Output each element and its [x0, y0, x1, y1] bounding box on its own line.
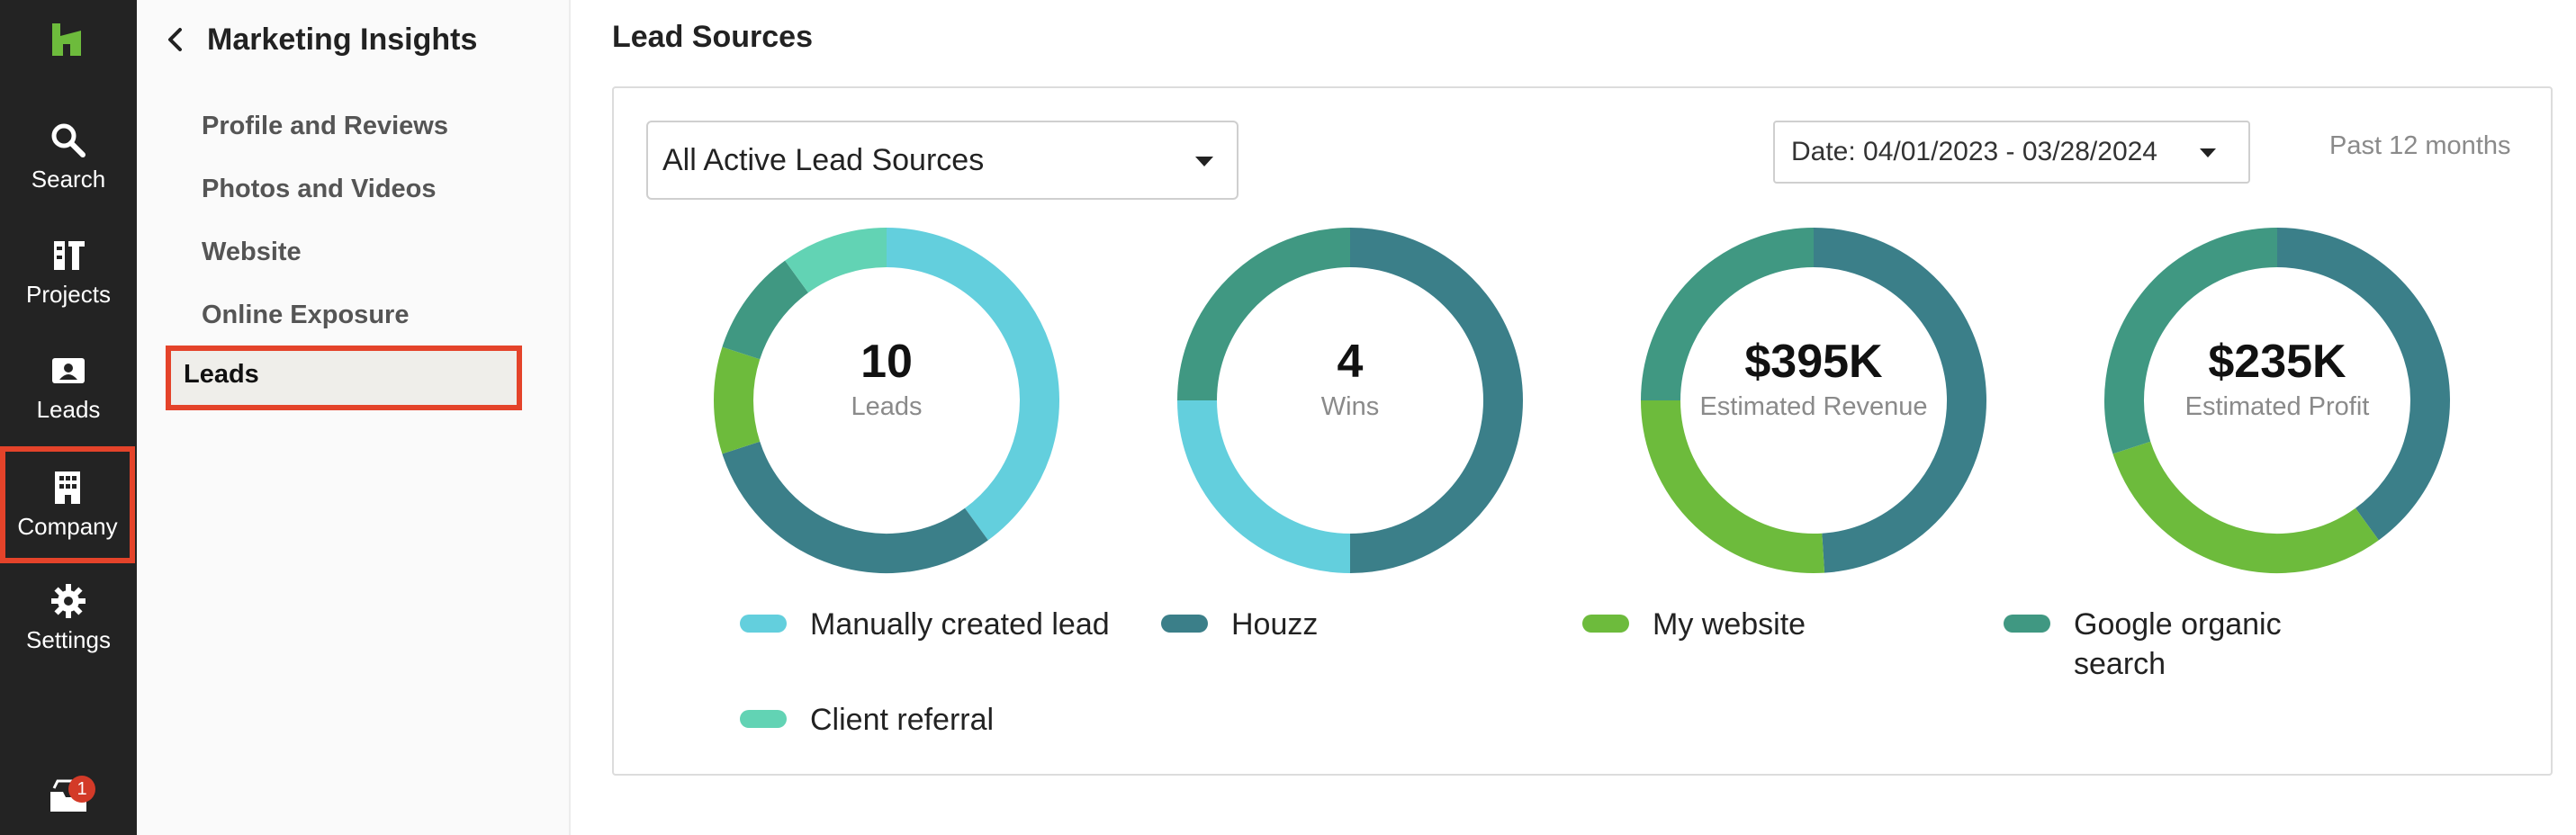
lead-source-dropdown[interactable]: All Active Lead Sources — [646, 121, 1238, 200]
chevron-left-icon[interactable] — [164, 26, 187, 53]
wins-donut-label: 4 Wins — [1175, 335, 1526, 422]
period-label: Past 12 months — [2329, 131, 2511, 160]
leads-donut-label: 10 Leads — [711, 335, 1062, 422]
rail-label-leads: Leads — [36, 396, 101, 423]
lead-source-dropdown-value: All Active Lead Sources — [662, 143, 985, 177]
notification-badge: 1 — [68, 776, 95, 803]
projects-icon — [54, 241, 85, 270]
houzz-logo[interactable] — [49, 22, 85, 58]
rail-company[interactable]: Company — [0, 446, 135, 563]
legend-swatch — [740, 710, 787, 728]
profit-caption: Estimated Profit — [2184, 392, 2370, 421]
date-range-value: Date: 04/01/2023 - 03/28/2024 — [1791, 137, 2157, 166]
app-rail: Search Projects Leads Company Settings 1 — [0, 0, 137, 835]
company-icon — [55, 471, 80, 504]
donut-slice-client-referral[interactable] — [785, 228, 887, 293]
rail-leads[interactable]: Leads — [0, 351, 137, 459]
rail-label-search: Search — [31, 166, 106, 193]
leads-total: 10 — [860, 336, 913, 388]
legend-item-google: Google organic search — [2004, 605, 2310, 686]
rail-label-settings: Settings — [26, 626, 111, 653]
donut-slice-my-website[interactable] — [2112, 441, 2379, 573]
profit-total: $235K — [2208, 336, 2346, 388]
subnav-title: Marketing Insights — [207, 22, 478, 57]
revenue-caption: Estimated Revenue — [1699, 392, 1928, 421]
subnav-item-leads[interactable]: Leads — [166, 346, 522, 410]
legend-label: My website — [1653, 607, 1806, 642]
subnav-header: Marketing Insights — [164, 20, 477, 59]
legend-swatch — [740, 615, 787, 633]
legend-swatch — [1161, 615, 1208, 633]
leads-icon — [52, 358, 85, 383]
legend-item-houzz: Houzz — [1161, 605, 1319, 642]
subnav-item-online-exposure[interactable]: Online Exposure — [184, 286, 526, 344]
revenue-total: $395K — [1744, 336, 1883, 388]
date-range-dropdown[interactable]: Date: 04/01/2023 - 03/28/2024 — [1773, 121, 2250, 184]
legend-label: Google organic search — [2074, 607, 2282, 681]
rail-label-company: Company — [17, 513, 118, 540]
rail-projects[interactable]: Projects — [0, 236, 137, 344]
wins-total: 4 — [1337, 336, 1364, 388]
wins-caption: Wins — [1320, 392, 1380, 421]
legend-swatch — [1582, 615, 1629, 633]
leads-caption: Leads — [851, 392, 923, 421]
subnav-item-profile-reviews[interactable]: Profile and Reviews — [184, 97, 526, 155]
legend-item-referral: Client referral — [740, 700, 994, 737]
secondary-nav: Marketing Insights Profile and Reviews P… — [137, 0, 571, 835]
subnav-item-website[interactable]: Website — [184, 223, 526, 281]
legend-label: Client referral — [810, 703, 995, 737]
donut-slice-my-website[interactable] — [1641, 400, 1825, 573]
gear-icon — [51, 584, 86, 618]
search-icon — [51, 123, 86, 157]
page-title: Lead Sources — [612, 20, 813, 54]
rail-settings[interactable]: Settings — [0, 581, 137, 689]
legend-label: Manually created lead — [810, 607, 1110, 642]
caret-down-icon — [1195, 157, 1213, 166]
legend-item-website: My website — [1582, 605, 1806, 642]
rail-label-projects: Projects — [26, 281, 111, 308]
revenue-donut-label: $395K Estimated Revenue — [1638, 335, 1989, 422]
legend-swatch — [2004, 615, 2050, 633]
donut-slice-houzz[interactable] — [722, 441, 988, 573]
donut-slice-manually-created-lead[interactable] — [1177, 400, 1351, 573]
legend-label: Houzz — [1231, 607, 1319, 642]
subnav-item-photos-videos[interactable]: Photos and Videos — [184, 160, 526, 218]
profit-donut-label: $235K Estimated Profit — [2102, 335, 2453, 422]
legend-item-manual: Manually created lead — [740, 605, 1110, 642]
rail-search[interactable]: Search — [0, 121, 137, 229]
caret-down-icon — [2200, 148, 2216, 157]
